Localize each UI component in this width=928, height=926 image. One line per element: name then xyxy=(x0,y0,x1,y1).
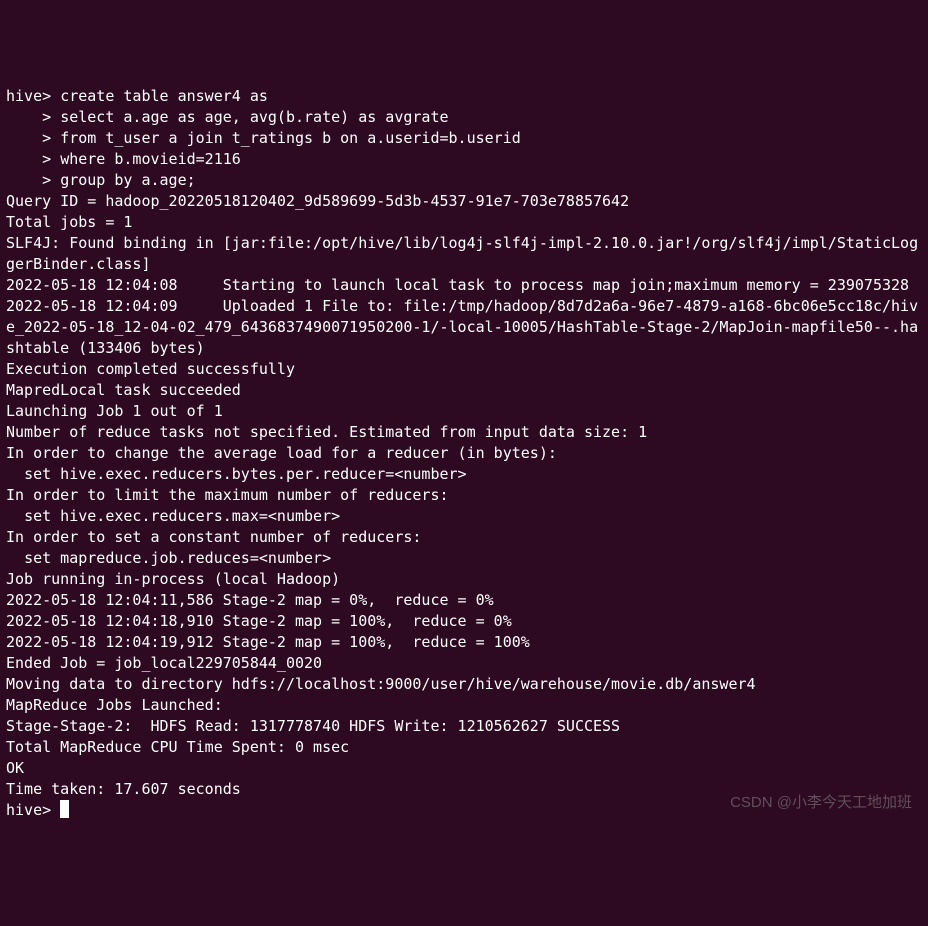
output-moving-data: Moving data to directory hdfs://localhos… xyxy=(6,674,922,695)
output-set-reduces: set mapreduce.job.reduces=<number> xyxy=(6,548,922,569)
hive-cont-prompt: > xyxy=(6,150,60,168)
output-query-id: Query ID = hadoop_20220518120402_9d58969… xyxy=(6,191,922,212)
output-progress-2: 2022-05-18 12:04:18,910 Stage-2 map = 10… xyxy=(6,611,922,632)
output-starting-task: 2022-05-18 12:04:08 Starting to launch l… xyxy=(6,275,922,296)
output-set-bytes: set hive.exec.reducers.bytes.per.reducer… xyxy=(6,464,922,485)
output-constant-reducers: In order to set a constant number of red… xyxy=(6,527,922,548)
output-progress-1: 2022-05-18 12:04:11,586 Stage-2 map = 0%… xyxy=(6,590,922,611)
sql-where-line: where b.movieid=2116 xyxy=(60,150,241,168)
output-change-load: In order to change the average load for … xyxy=(6,443,922,464)
sql-group-line: group by a.age; xyxy=(60,171,195,189)
hive-cont-prompt: > xyxy=(6,171,60,189)
sql-from-line: from t_user a join t_ratings b on a.user… xyxy=(60,129,521,147)
hive-cont-prompt: > xyxy=(6,108,60,126)
output-stage-stats: Stage-Stage-2: HDFS Read: 1317778740 HDF… xyxy=(6,716,922,737)
sql-select-line: select a.age as age, avg(b.rate) as avgr… xyxy=(60,108,448,126)
output-mapred-local: MapredLocal task succeeded xyxy=(6,380,922,401)
output-slf4j: SLF4J: Found binding in [jar:file:/opt/h… xyxy=(6,233,922,275)
output-limit-reducers: In order to limit the maximum number of … xyxy=(6,485,922,506)
output-progress-3: 2022-05-18 12:04:19,912 Stage-2 map = 10… xyxy=(6,632,922,653)
output-ok: OK xyxy=(6,758,922,779)
output-set-max: set hive.exec.reducers.max=<number> xyxy=(6,506,922,527)
sql-create-line: create table answer4 as xyxy=(60,87,268,105)
output-execution-completed: Execution completed successfully xyxy=(6,359,922,380)
hive-cont-prompt: > xyxy=(6,129,60,147)
output-mapreduce-launched: MapReduce Jobs Launched: xyxy=(6,695,922,716)
output-cpu-time: Total MapReduce CPU Time Spent: 0 msec xyxy=(6,737,922,758)
output-ended-job: Ended Job = job_local229705844_0020 xyxy=(6,653,922,674)
cursor-icon[interactable] xyxy=(60,800,69,818)
hive-prompt: hive> xyxy=(6,87,60,105)
output-reduce-tasks: Number of reduce tasks not specified. Es… xyxy=(6,422,922,443)
output-launching-job: Launching Job 1 out of 1 xyxy=(6,401,922,422)
output-total-jobs: Total jobs = 1 xyxy=(6,212,922,233)
hive-prompt-final: hive> xyxy=(6,801,60,819)
output-uploaded-file: 2022-05-18 12:04:09 Uploaded 1 File to: … xyxy=(6,296,922,359)
terminal-window[interactable]: hive> create table answer4 as > select a… xyxy=(6,86,922,821)
output-job-running: Job running in-process (local Hadoop) xyxy=(6,569,922,590)
watermark-text: CSDN @小李今天工地加班 xyxy=(730,792,912,813)
